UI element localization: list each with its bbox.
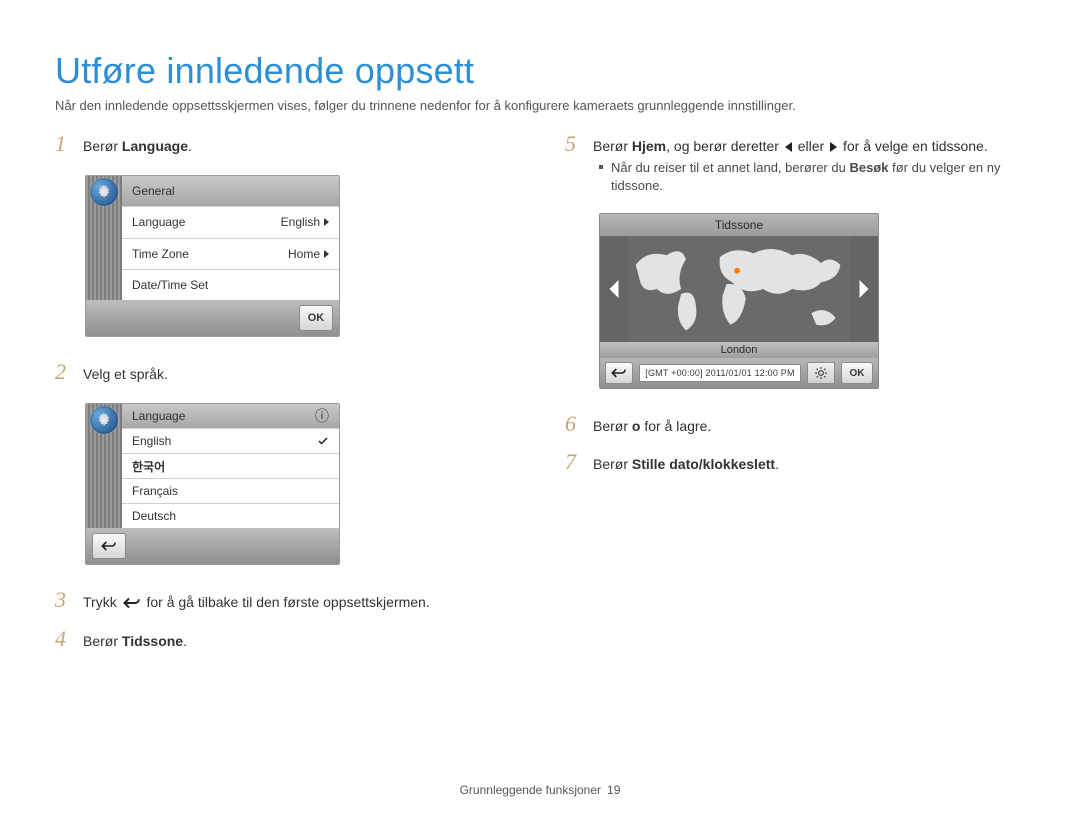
chevron-right-icon xyxy=(324,218,329,226)
settings-side-strip xyxy=(86,404,122,528)
screen-header: General xyxy=(122,176,339,207)
chevron-right-icon xyxy=(324,250,329,258)
gear-icon xyxy=(90,406,118,434)
back-button[interactable] xyxy=(605,362,633,384)
step-5: 5 Berør Hjem, og berør deretter eller fo… xyxy=(565,131,1025,157)
intro-text: Når den innledende oppsettsskjermen vise… xyxy=(55,98,1025,113)
chevron-right-icon xyxy=(830,142,837,152)
screen-language-list: Language ⓘ English 한국어 xyxy=(85,403,340,565)
ok-button[interactable]: OK xyxy=(299,305,333,331)
tz-gmt-datetime: [GMT +00:00] 2011/01/01 12:00 PM xyxy=(639,364,801,382)
step-2: 2 Velg et språk. xyxy=(55,359,545,385)
bullet-icon xyxy=(599,165,603,169)
step-num: 4 xyxy=(55,626,73,652)
step-text: Berør Stille dato/klokkeslett. xyxy=(593,454,779,474)
step-6: 6 Berør o for å lagre. xyxy=(565,411,1025,437)
tz-city: London xyxy=(600,342,878,358)
page-footer: Grunnleggende funksjoner19 xyxy=(0,783,1080,797)
screen-general-settings: General Language English Time Zone Home … xyxy=(85,175,340,337)
world-map[interactable] xyxy=(628,236,850,342)
step-num: 2 xyxy=(55,359,73,385)
ok-button[interactable]: OK xyxy=(841,362,873,384)
step-text: Berør Tidssone. xyxy=(83,631,187,651)
step-num: 7 xyxy=(565,449,583,475)
tz-title: Tidssone xyxy=(600,214,878,236)
gear-icon xyxy=(90,178,118,206)
settings-side-strip xyxy=(86,176,122,300)
step-text: Berør o for å lagre. xyxy=(593,416,711,436)
step-num: 1 xyxy=(55,131,73,157)
lang-korean[interactable]: 한국어 xyxy=(122,454,339,479)
step-text: Berør Hjem, og berør deretter eller for … xyxy=(593,136,988,156)
step-7: 7 Berør Stille dato/klokkeslett. xyxy=(565,449,1025,475)
check-icon xyxy=(317,435,329,447)
row-language[interactable]: Language English xyxy=(122,207,339,238)
screen-timezone: Tidssone xyxy=(599,213,879,389)
back-icon xyxy=(123,594,141,614)
step-text: Berør Language. xyxy=(83,136,192,156)
lang-french[interactable]: Français xyxy=(122,479,339,504)
dst-button[interactable] xyxy=(807,362,835,384)
page-title: Utføre innledende oppsett xyxy=(55,50,1025,92)
tz-next-button[interactable] xyxy=(850,280,878,298)
step-1: 1 Berør Language. xyxy=(55,131,545,157)
tz-prev-button[interactable] xyxy=(600,280,628,298)
back-button[interactable] xyxy=(92,533,126,559)
step-num: 6 xyxy=(565,411,583,437)
screen-header: Language ⓘ xyxy=(122,404,339,429)
row-timezone[interactable]: Time Zone Home xyxy=(122,239,339,270)
step-num: 5 xyxy=(565,131,583,157)
step-4: 4 Berør Tidssone. xyxy=(55,626,545,652)
step-5-note: Når du reiser til et annet land, berører… xyxy=(599,159,1025,195)
chevron-left-icon xyxy=(785,142,792,152)
info-icon[interactable]: ⓘ xyxy=(315,406,329,426)
step-text: Velg et språk. xyxy=(83,364,168,384)
step-text: Trykk for å gå tilbake til den første op… xyxy=(83,592,430,614)
row-datetime[interactable]: Date/Time Set xyxy=(122,270,339,300)
lang-english[interactable]: English xyxy=(122,429,339,454)
step-3: 3 Trykk for å gå tilbake til den første … xyxy=(55,587,545,614)
lang-german[interactable]: Deutsch xyxy=(122,504,339,528)
step-num: 3 xyxy=(55,587,73,613)
